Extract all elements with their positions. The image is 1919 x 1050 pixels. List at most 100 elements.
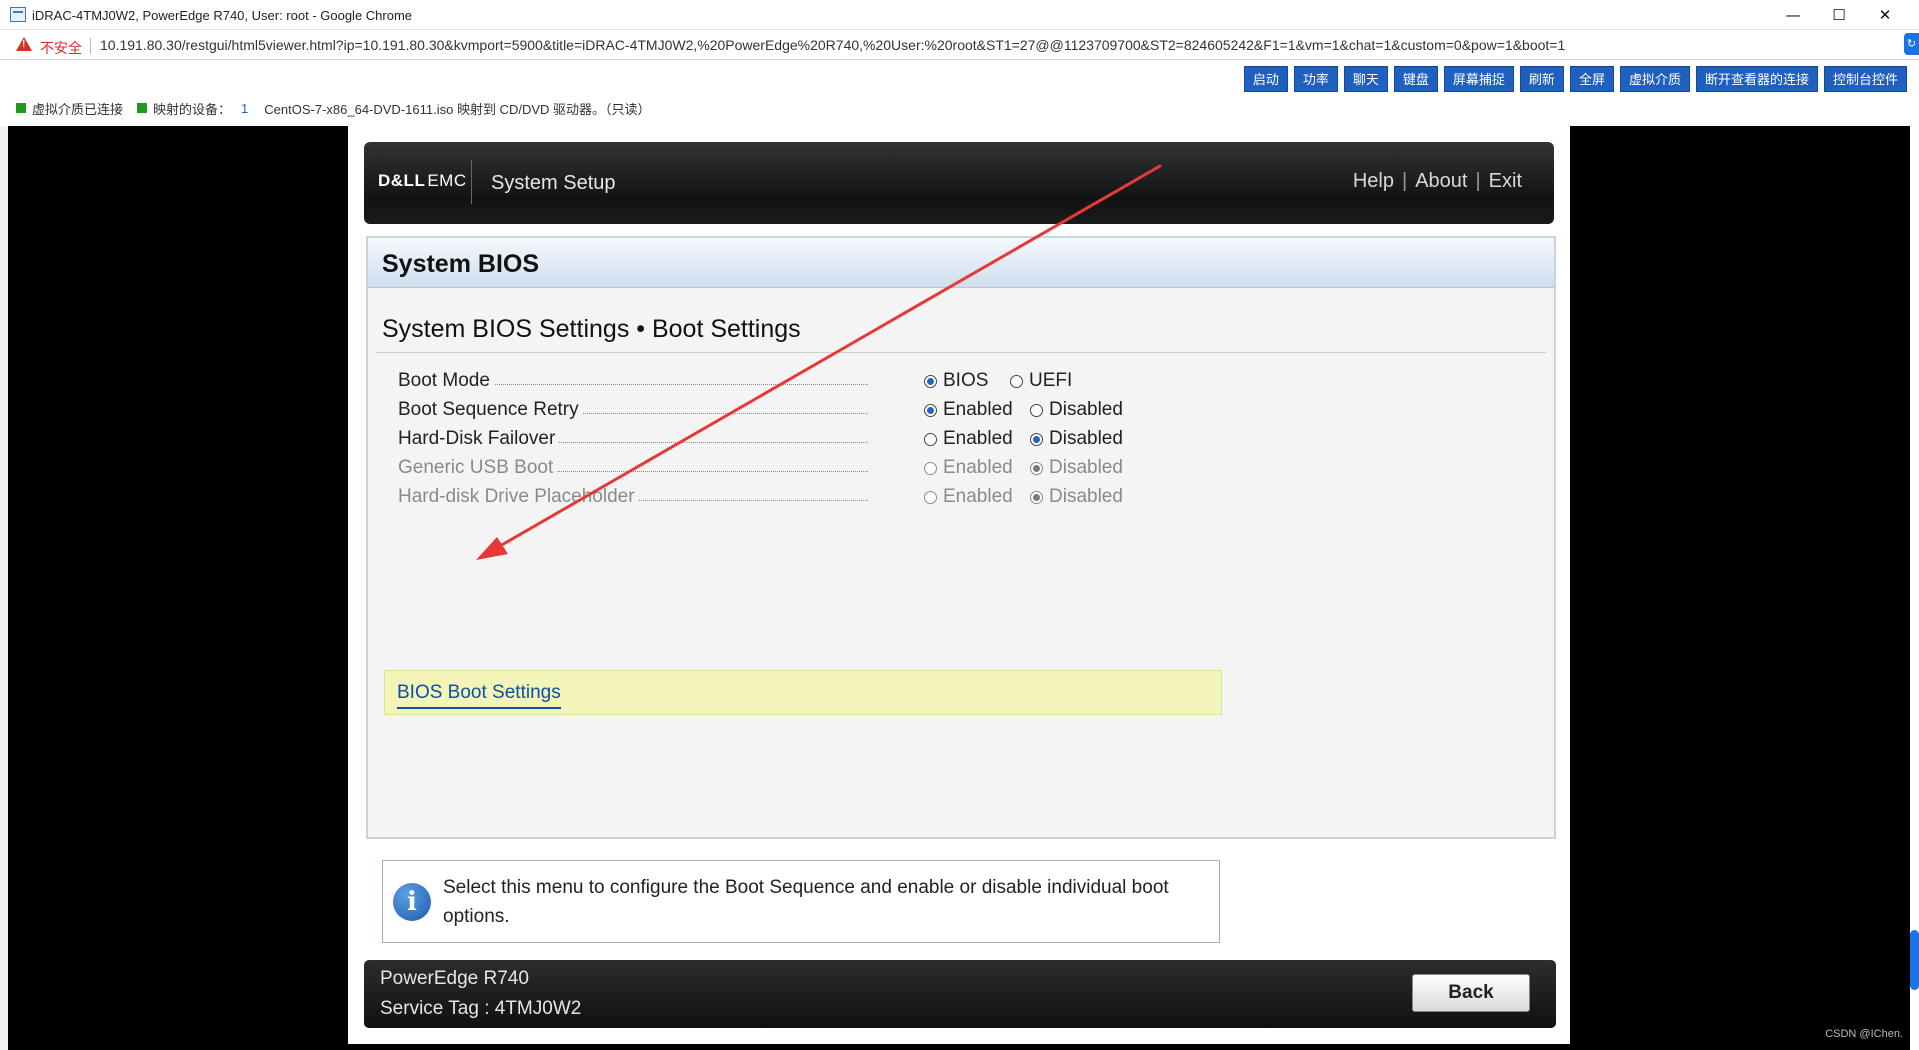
app-icon (10, 7, 26, 22)
option-label: UEFI (1029, 370, 1073, 391)
watermark: CSDN @IChen. (1825, 1028, 1903, 1040)
window-title: iDRAC-4TMJ0W2, PowerEdge R740, User: roo… (32, 8, 413, 23)
bios-boot-settings-row[interactable]: BIOS Boot Settings (384, 670, 1222, 715)
option-enabled[interactable]: Enabled (924, 399, 1013, 421)
setting-label: Boot Sequence Retry (398, 399, 583, 421)
toolbar-button-2[interactable]: 功率 (1293, 66, 1338, 92)
address-bar[interactable]: 不安全 10.191.80.30/restgui/html5viewer.htm… (0, 30, 1919, 60)
radio-button-icon[interactable] (924, 374, 937, 388)
left-edge (0, 126, 8, 1050)
section-divider (376, 352, 1546, 353)
extension-icon[interactable]: ↻ (1904, 33, 1919, 55)
option-label: Disabled (1049, 428, 1123, 449)
option-uefi[interactable]: UEFI (1010, 370, 1072, 392)
bios-footer: PowerEdge R740 Service Tag : 4TMJ0W2 Bac… (364, 960, 1556, 1028)
setting-label: Hard-Disk Failover (398, 428, 560, 450)
viewer-toolbar: 启动 功率 聊天 键盘 屏幕捕捉 刷新 全屏 虚拟介质 断开查看器的连接 控制台控件 虚拟介质已连… (0, 60, 1910, 126)
option-disabled: Disabled (1030, 457, 1123, 479)
option-disabled[interactable]: Disabled (1030, 399, 1123, 421)
radio-button-icon[interactable] (1010, 374, 1023, 388)
settings-panel: System BIOS System BIOS Settings • Boot … (366, 236, 1556, 839)
option-label: Enabled (943, 428, 1013, 449)
service-tag: Service Tag : 4TMJ0W2 (380, 998, 582, 1019)
toolbar-button-3[interactable]: 聊天 (1343, 66, 1388, 92)
toolbar-button-4[interactable]: 键盘 (1393, 66, 1438, 92)
dell-emc-logo: D&LL EMC (378, 171, 467, 191)
option-label: Disabled (1049, 486, 1123, 507)
setting-row: Generic USB Boot Enabled Disabled (398, 454, 1298, 484)
option-bios[interactable]: BIOS (924, 370, 988, 392)
url-text[interactable]: 10.191.80.30/restgui/html5viewer.html?ip… (100, 37, 1565, 53)
panel-title: System BIOS (382, 250, 540, 278)
option-label: Enabled (943, 457, 1013, 478)
address-divider (90, 38, 91, 54)
option-label: Enabled (943, 486, 1013, 507)
setting-row: Hard-Disk Failover Enabled Disabled (398, 425, 1298, 455)
security-label[interactable]: 不安全 (40, 38, 82, 58)
toolbar-button-8[interactable]: 虚拟介质 (1619, 66, 1690, 92)
back-button[interactable]: Back (1412, 974, 1530, 1012)
option-disabled: Disabled (1030, 486, 1123, 508)
radio-button-icon (1030, 490, 1043, 504)
mapped-detail: CentOS-7-x86_64-DVD-1611.iso 映射到 CD/DVD … (264, 101, 651, 117)
toolbar-buttons: 启动 功率 聊天 键盘 屏幕捕捉 刷新 全屏 虚拟介质 断开查看器的连接 控制台控件 (1243, 66, 1907, 92)
toolbar-button-9[interactable]: 断开查看器的连接 (1695, 66, 1818, 92)
panel-title-bar: System BIOS (368, 238, 1554, 288)
help-info-box: i Select this menu to configure the Boot… (382, 860, 1220, 943)
maximize-button[interactable]: ☐ (1816, 0, 1862, 30)
toolbar-button-5[interactable]: 屏幕捕捉 (1443, 66, 1514, 92)
option-enabled[interactable]: Enabled (924, 428, 1013, 450)
warning-icon (16, 37, 32, 51)
toolbar-button-10[interactable]: 控制台控件 (1823, 66, 1907, 92)
bios-boot-settings-link[interactable]: BIOS Boot Settings (397, 682, 561, 709)
setting-row: Hard-disk Drive Placeholder Enabled Disabl… (398, 483, 1298, 513)
option-label: Disabled (1049, 399, 1123, 420)
setting-row: Boot Mode BIOS UEFI (398, 367, 1298, 397)
option-enabled: Enabled (924, 457, 1013, 479)
option-label: Disabled (1049, 457, 1123, 478)
logo-dell: D&LL (378, 171, 426, 190)
mapped-count: 1 (241, 100, 249, 116)
logo-emc: EMC (427, 171, 467, 190)
mapped-devices-label: 映射的设备： (153, 101, 232, 117)
bios-header: D&LL EMC System Setup Help | About | Exit (364, 142, 1554, 224)
radio-button-icon[interactable] (924, 403, 937, 417)
media-status: 虚拟介质已连接 映射的设备： 1 CentOS-7-x86_64-DVD-161… (16, 98, 651, 118)
setting-label: Boot Mode (398, 370, 494, 392)
link-separator: | (1401, 170, 1408, 192)
mapped-indicator-icon (137, 103, 148, 113)
option-disabled[interactable]: Disabled (1030, 428, 1123, 450)
info-icon: i (393, 883, 431, 921)
bios-screen: D&LL EMC System Setup Help | About | Exit… (348, 126, 1570, 1044)
setting-label: Generic USB Boot (398, 457, 558, 479)
toolbar-button-1[interactable]: 启动 (1243, 66, 1288, 92)
close-button[interactable]: ✕ (1862, 0, 1908, 30)
minimize-button[interactable]: — (1770, 0, 1816, 30)
connected-indicator-icon (16, 103, 26, 113)
link-separator: | (1475, 170, 1481, 192)
option-enabled: Enabled (924, 486, 1013, 508)
header-divider (471, 160, 472, 204)
radio-button-icon[interactable] (924, 432, 937, 446)
help-text: Select this menu to configure the Boot S… (443, 877, 1169, 927)
system-setup-title: System Setup (491, 172, 616, 194)
radio-button-icon (1030, 461, 1043, 475)
option-label: Enabled (943, 399, 1013, 420)
radio-button-icon[interactable] (1030, 403, 1043, 417)
exit-link[interactable]: Exit (1489, 170, 1522, 193)
radio-button-icon (924, 490, 937, 504)
right-edge (1910, 60, 1919, 1050)
toolbar-button-7[interactable]: 全屏 (1569, 66, 1614, 92)
server-model: PowerEdge R740 (380, 968, 529, 989)
section-title: System BIOS Settings • Boot Settings (382, 315, 801, 343)
scrollbar-thumb[interactable] (1910, 930, 1919, 990)
option-label: BIOS (943, 370, 989, 391)
radio-button-icon[interactable] (1030, 432, 1043, 446)
toolbar-button-6[interactable]: 刷新 (1519, 66, 1564, 92)
radio-button-icon (924, 461, 937, 475)
setting-label: Hard-disk Drive Placeholder (398, 486, 639, 508)
window-titlebar: iDRAC-4TMJ0W2, PowerEdge R740, User: roo… (0, 0, 1919, 30)
header-links: Help | About | Exit (1353, 170, 1522, 193)
about-link[interactable]: About (1415, 170, 1467, 193)
help-link[interactable]: Help (1353, 170, 1394, 193)
